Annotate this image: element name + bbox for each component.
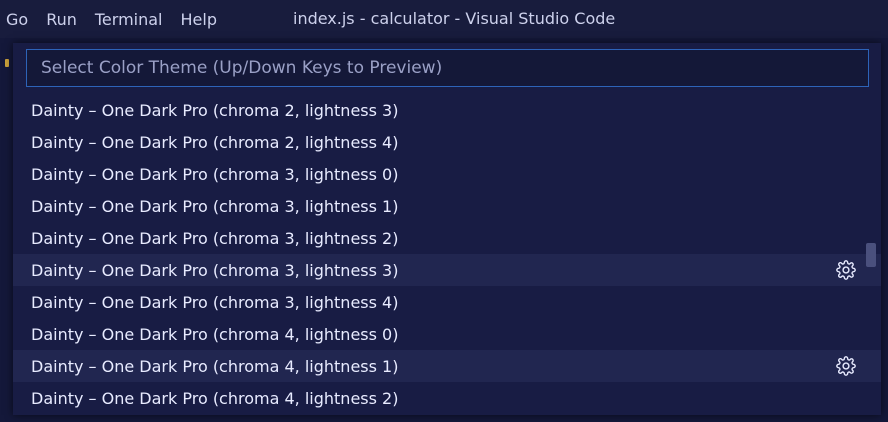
menu-item-go[interactable]: Go [0,10,28,29]
menu-item-run[interactable]: Run [40,10,77,29]
theme-list-item[interactable]: Dainty – One Dark Pro (chroma 3, lightne… [13,222,881,254]
theme-list-item[interactable]: Dainty – One Dark Pro (chroma 3, lightne… [13,190,881,222]
color-theme-picker: Dainty – One Dark Pro (chroma 2, lightne… [13,43,881,415]
theme-search-input[interactable] [27,50,868,86]
theme-list-item-label: Dainty – One Dark Pro (chroma 3, lightne… [31,228,399,248]
gear-icon[interactable] [835,355,857,377]
theme-list: Dainty – One Dark Pro (chroma 2, lightne… [13,94,881,414]
theme-list-item[interactable]: Dainty – One Dark Pro (chroma 3, lightne… [13,254,881,286]
theme-list-item[interactable]: Dainty – One Dark Pro (chroma 4, lightne… [13,382,881,414]
theme-list-item[interactable]: Dainty – One Dark Pro (chroma 2, lightne… [13,126,881,158]
theme-list-item[interactable]: Dainty – One Dark Pro (chroma 4, lightne… [13,350,881,382]
theme-list-item-label: Dainty – One Dark Pro (chroma 2, lightne… [31,100,399,120]
window-title: index.js - calculator - Visual Studio Co… [293,9,616,28]
gear-icon[interactable] [835,259,857,281]
theme-list-item-label: Dainty – One Dark Pro (chroma 3, lightne… [31,292,399,312]
theme-list-scrollbar[interactable] [866,243,876,267]
theme-list-item[interactable]: Dainty – One Dark Pro (chroma 4, lightne… [13,318,881,350]
theme-list-item[interactable]: Dainty – One Dark Pro (chroma 2, lightne… [13,94,881,126]
theme-list-item-label: Dainty – One Dark Pro (chroma 4, lightne… [31,324,399,344]
theme-list-item-label: Dainty – One Dark Pro (chroma 2, lightne… [31,132,399,152]
gutter-marker [5,59,9,67]
theme-list-item-label: Dainty – One Dark Pro (chroma 4, lightne… [31,388,399,408]
menu-item-help[interactable]: Help [175,10,217,29]
theme-list-item-label: Dainty – One Dark Pro (chroma 4, lightne… [31,356,399,376]
theme-list-item-label: Dainty – One Dark Pro (chroma 3, lightne… [31,196,399,216]
menu-item-terminal[interactable]: Terminal [89,10,163,29]
theme-list-item[interactable]: Dainty – One Dark Pro (chroma 3, lightne… [13,286,881,318]
theme-list-item[interactable]: Dainty – One Dark Pro (chroma 3, lightne… [13,158,881,190]
theme-list-item-label: Dainty – One Dark Pro (chroma 3, lightne… [31,260,399,280]
theme-search-box[interactable] [26,49,869,87]
theme-list-item-label: Dainty – One Dark Pro (chroma 3, lightne… [31,164,399,184]
